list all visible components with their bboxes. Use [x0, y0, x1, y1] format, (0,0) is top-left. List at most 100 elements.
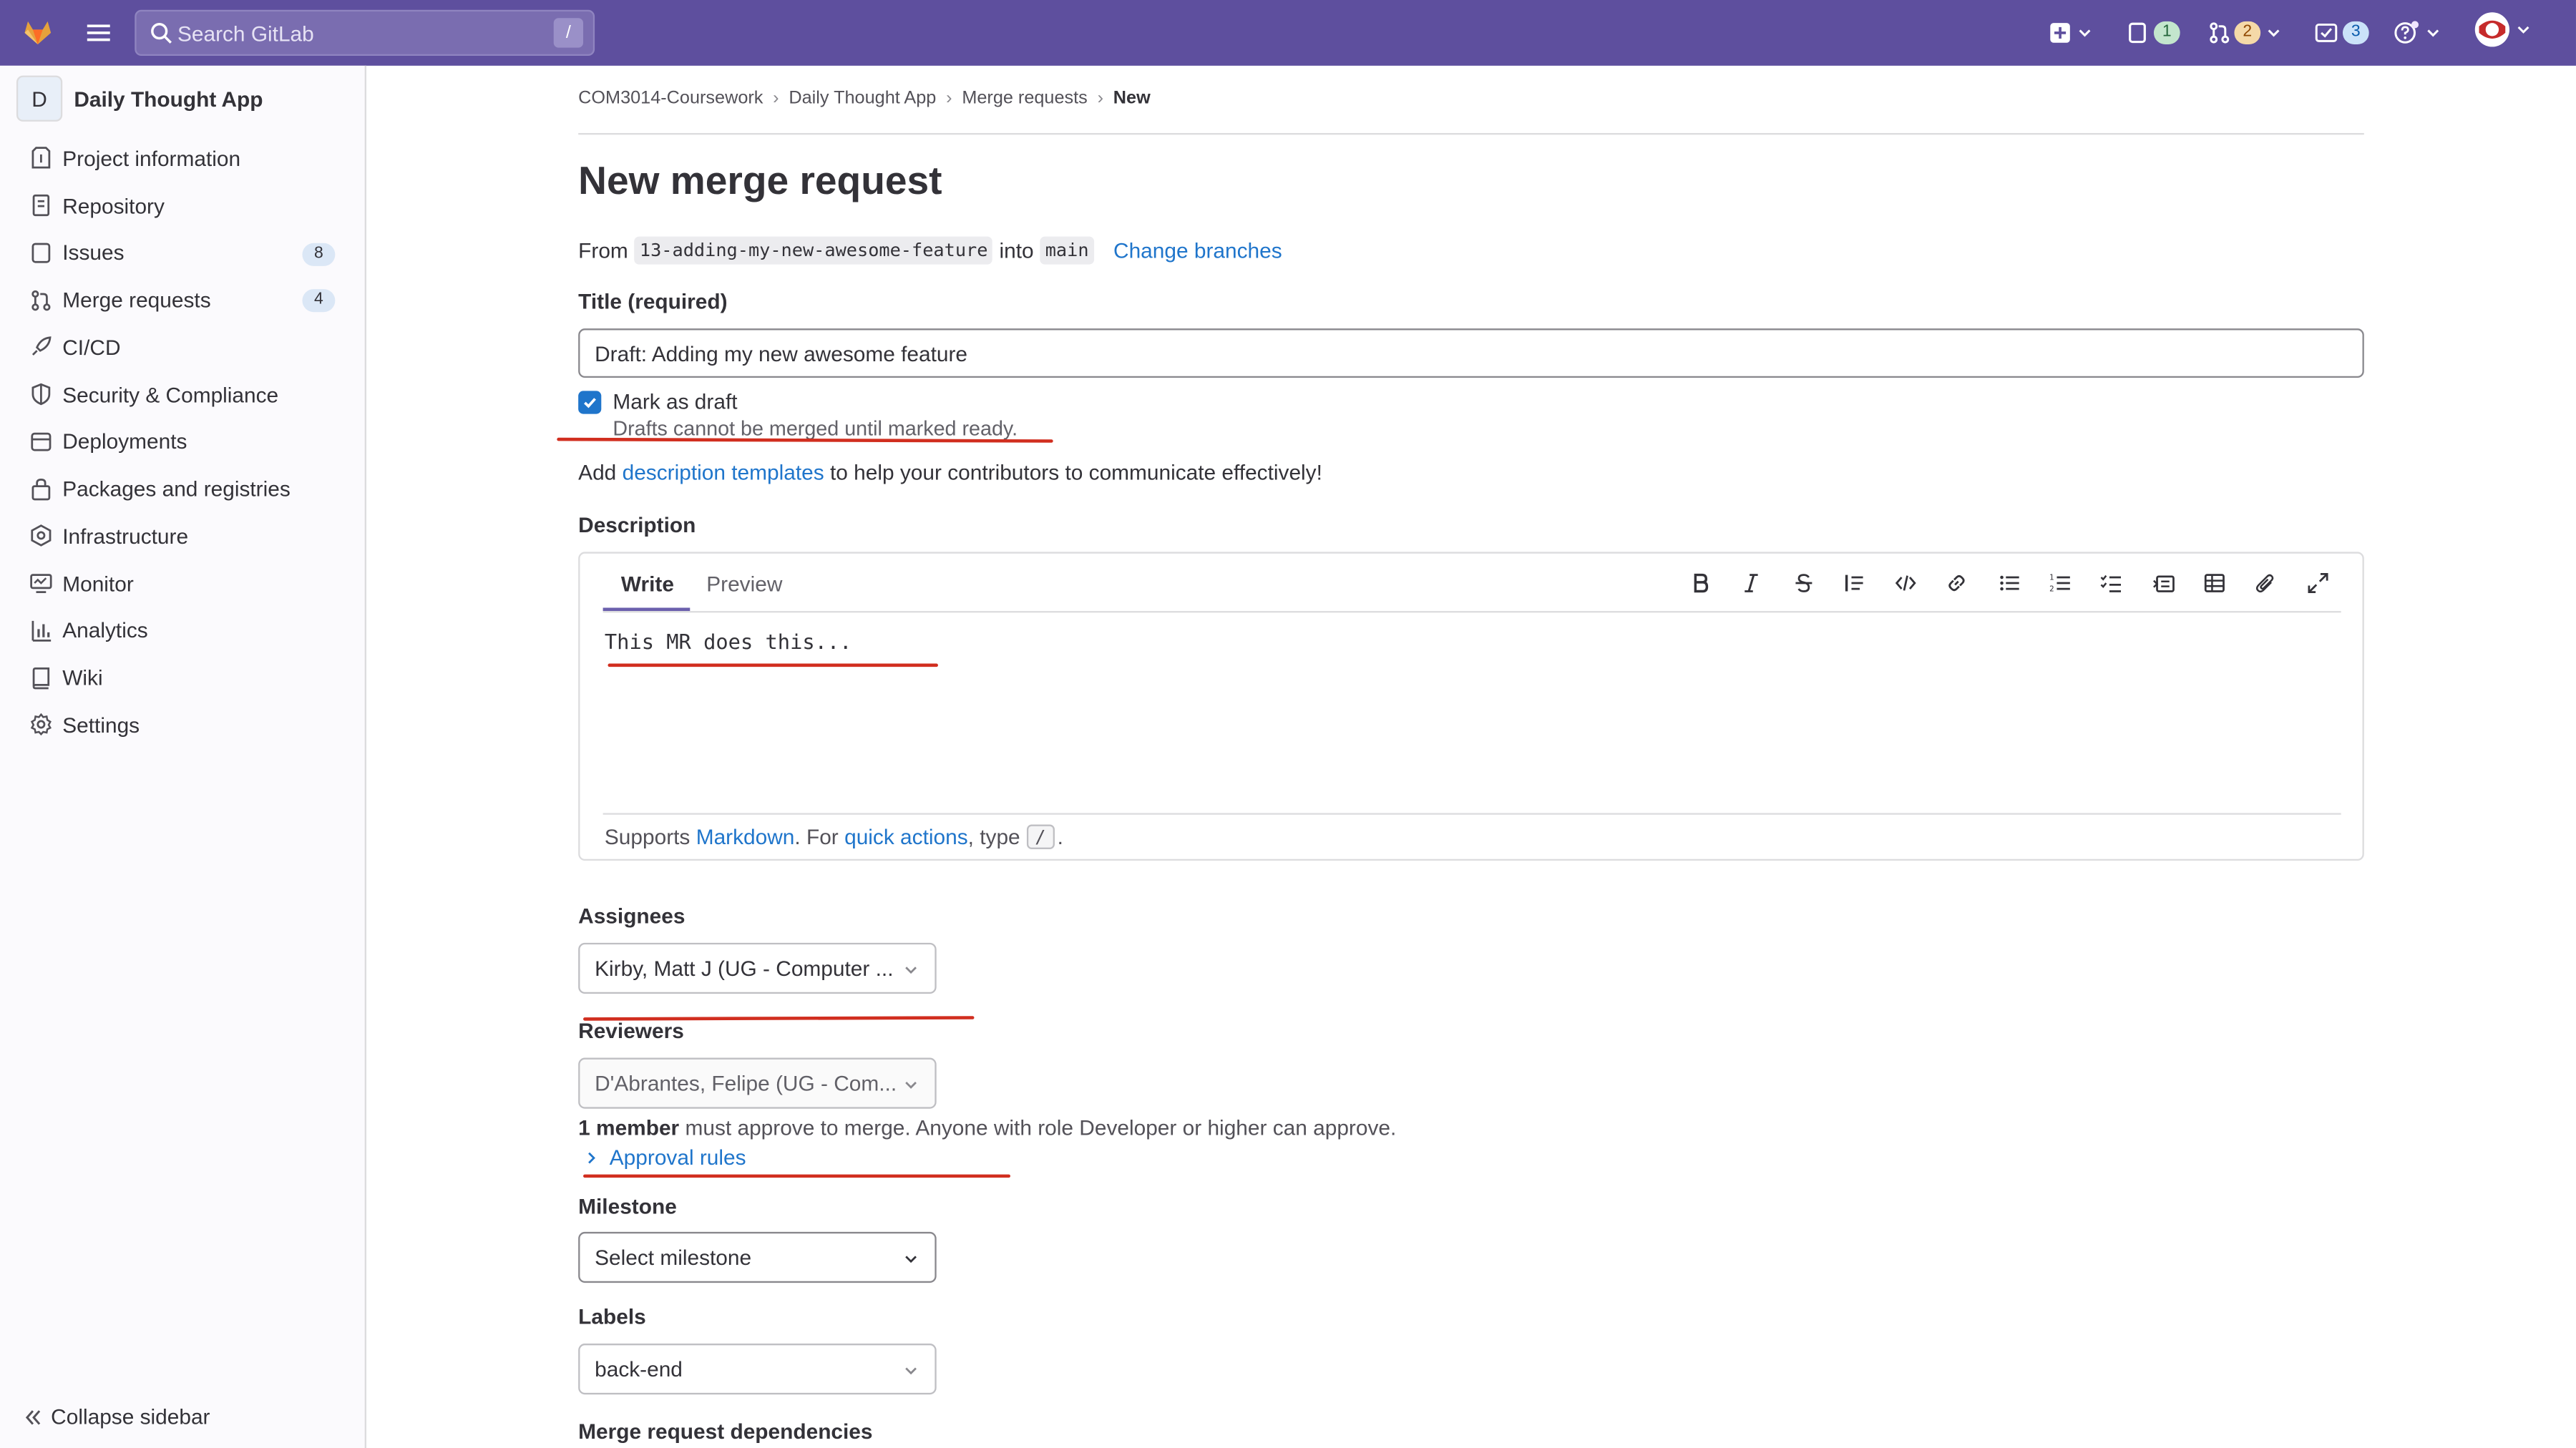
- help-icon: [2394, 21, 2419, 44]
- collapse-sidebar-button[interactable]: Collapse sidebar: [23, 1404, 210, 1429]
- repository-icon: [32, 195, 50, 217]
- sidebar-item-label: Analytics: [62, 618, 148, 643]
- sidebar-item-cicd[interactable]: CI/CD: [13, 323, 353, 371]
- approval-count: 1 member: [578, 1115, 680, 1140]
- todo-icon: [2315, 23, 2338, 42]
- chevron-down-icon: [905, 1367, 917, 1375]
- sidebar-item-wiki[interactable]: Wiki: [13, 654, 353, 701]
- reviewers-label: Reviewers: [578, 1018, 684, 1043]
- bullet-list-icon[interactable]: [1997, 572, 2020, 595]
- sidebar-item-label: Issues: [62, 240, 125, 265]
- help-dropdown[interactable]: [2394, 18, 2439, 47]
- analytics-icon: [31, 620, 52, 642]
- approval-rules-label: Approval rules: [609, 1145, 746, 1170]
- strikethrough-icon[interactable]: [1792, 572, 1815, 595]
- title-input[interactable]: Draft: Adding my new awesome feature: [578, 328, 2364, 378]
- sidebar-item-label: Merge requests: [62, 288, 211, 313]
- sidebar-item-settings[interactable]: Settings: [13, 701, 353, 748]
- tab-write[interactable]: Write: [621, 572, 674, 596]
- numbered-list-icon[interactable]: 12: [2049, 572, 2072, 595]
- new-dropdown[interactable]: [2049, 18, 2092, 47]
- annotation-underline: [608, 663, 938, 667]
- draft-help-text: Drafts cannot be merged until marked rea…: [613, 417, 1018, 441]
- breadcrumb-item[interactable]: Daily Thought App: [789, 89, 936, 109]
- sidebar-item-label: Monitor: [62, 571, 134, 596]
- approval-rules-toggle[interactable]: Approval rules: [585, 1145, 746, 1170]
- issues-icon: [31, 243, 51, 263]
- chevron-down-icon: [2517, 26, 2529, 34]
- merge-request-dependencies-label: Merge request dependencies: [578, 1419, 873, 1444]
- sidebar-item-repository[interactable]: Repository: [13, 182, 353, 229]
- todos-count-badge: 3: [2342, 21, 2369, 44]
- breadcrumb: COM3014-Coursework › Daily Thought App ›…: [578, 89, 1151, 109]
- package-icon: [31, 478, 51, 500]
- markdown-link[interactable]: Markdown: [696, 825, 795, 849]
- sidebar-item-label: Wiki: [62, 665, 103, 690]
- labels-label: Labels: [578, 1303, 646, 1329]
- task-list-icon[interactable]: [2100, 572, 2123, 595]
- milestone-label: Milestone: [578, 1194, 677, 1219]
- link-icon[interactable]: [1946, 572, 1968, 595]
- quote-icon[interactable]: [1843, 572, 1866, 595]
- attachment-icon[interactable]: [2255, 572, 2278, 595]
- project-header[interactable]: D Daily Thought App: [16, 75, 353, 122]
- title-label: Title (required): [578, 289, 728, 314]
- deployments-icon: [31, 432, 52, 451]
- table-icon[interactable]: [2203, 572, 2226, 595]
- sidebar-item-infrastructure[interactable]: Infrastructure: [13, 512, 353, 559]
- sidebar-item-monitor[interactable]: Monitor: [13, 559, 353, 607]
- sidebar-item-analytics[interactable]: Analytics: [13, 607, 353, 654]
- monitor-icon: [30, 574, 52, 594]
- reviewers-dropdown[interactable]: D'Abrantes, Felipe (UG - Com...: [578, 1057, 937, 1109]
- quick-actions-link[interactable]: quick actions: [844, 825, 968, 849]
- sidebar-item-merge-requests[interactable]: Merge requests 4: [13, 276, 353, 323]
- breadcrumb-current[interactable]: New: [1113, 89, 1151, 109]
- description-templates-link[interactable]: description templates: [623, 460, 824, 484]
- sidebar-item-packages-registries[interactable]: Packages and registries: [13, 465, 353, 512]
- italic-icon[interactable]: [1740, 572, 1763, 595]
- milestone-value: Select milestone: [595, 1245, 752, 1270]
- chevron-down-icon: [905, 1256, 917, 1263]
- gitlab-logo-icon[interactable]: [21, 16, 54, 49]
- project-information-icon: [31, 147, 51, 170]
- sidebar-item-project-information[interactable]: Project information: [13, 134, 353, 182]
- svg-text:1: 1: [2049, 573, 2054, 582]
- tab-preview[interactable]: Preview: [706, 572, 782, 596]
- top-bar: Search GitLab / 1 2 3: [0, 0, 2576, 66]
- sidebar-item-issues[interactable]: Issues 8: [13, 229, 353, 276]
- change-branches-link[interactable]: Change branches: [1113, 238, 1282, 263]
- merge-requests-count-badge: 4: [302, 289, 336, 313]
- type-text: , type: [967, 824, 1020, 849]
- sidebar-item-deployments[interactable]: Deployments: [13, 418, 353, 465]
- target-branch: main: [1040, 236, 1094, 265]
- milestone-dropdown[interactable]: Select milestone: [578, 1231, 937, 1283]
- issues-count-badge: 8: [302, 242, 336, 265]
- mark-as-draft-checkbox[interactable]: Mark as draft: [578, 389, 738, 414]
- todos-shortcut[interactable]: 3: [2315, 18, 2369, 47]
- menu-icon[interactable]: [87, 21, 110, 44]
- fullscreen-icon[interactable]: [2306, 572, 2328, 595]
- annotation-underline: [583, 1016, 975, 1021]
- assignees-dropdown[interactable]: Kirby, Matt J (UG - Computer ...: [578, 942, 937, 994]
- assignees-value: Kirby, Matt J (UG - Computer ...: [595, 956, 894, 981]
- breadcrumb-item[interactable]: COM3014-Coursework: [578, 89, 763, 109]
- breadcrumb-item[interactable]: Merge requests: [962, 89, 1087, 109]
- bold-icon[interactable]: [1689, 572, 1712, 595]
- collapsible-section-icon[interactable]: [2152, 572, 2175, 595]
- checkbox-checked-icon: [578, 390, 602, 414]
- description-textarea[interactable]: This MR does this...: [605, 629, 852, 653]
- user-menu[interactable]: [2474, 12, 2530, 47]
- end-text: .: [1057, 824, 1063, 849]
- search-input[interactable]: Search GitLab /: [135, 9, 595, 57]
- issues-count-badge: 1: [2153, 21, 2180, 44]
- project-sidebar: D Daily Thought App Project information …: [0, 65, 366, 1448]
- labels-dropdown[interactable]: back-end: [578, 1344, 937, 1395]
- sidebar-item-security-compliance[interactable]: Security & Compliance: [13, 371, 353, 418]
- merge-requests-shortcut[interactable]: 2: [2208, 18, 2280, 47]
- shield-icon: [31, 383, 51, 406]
- chevron-down-icon: [2268, 29, 2280, 37]
- supports-prefix: Supports: [604, 824, 691, 849]
- issues-shortcut[interactable]: 1: [2127, 18, 2180, 47]
- code-icon[interactable]: [1895, 572, 1918, 595]
- markdown-toolbar: 12: [1689, 572, 2357, 595]
